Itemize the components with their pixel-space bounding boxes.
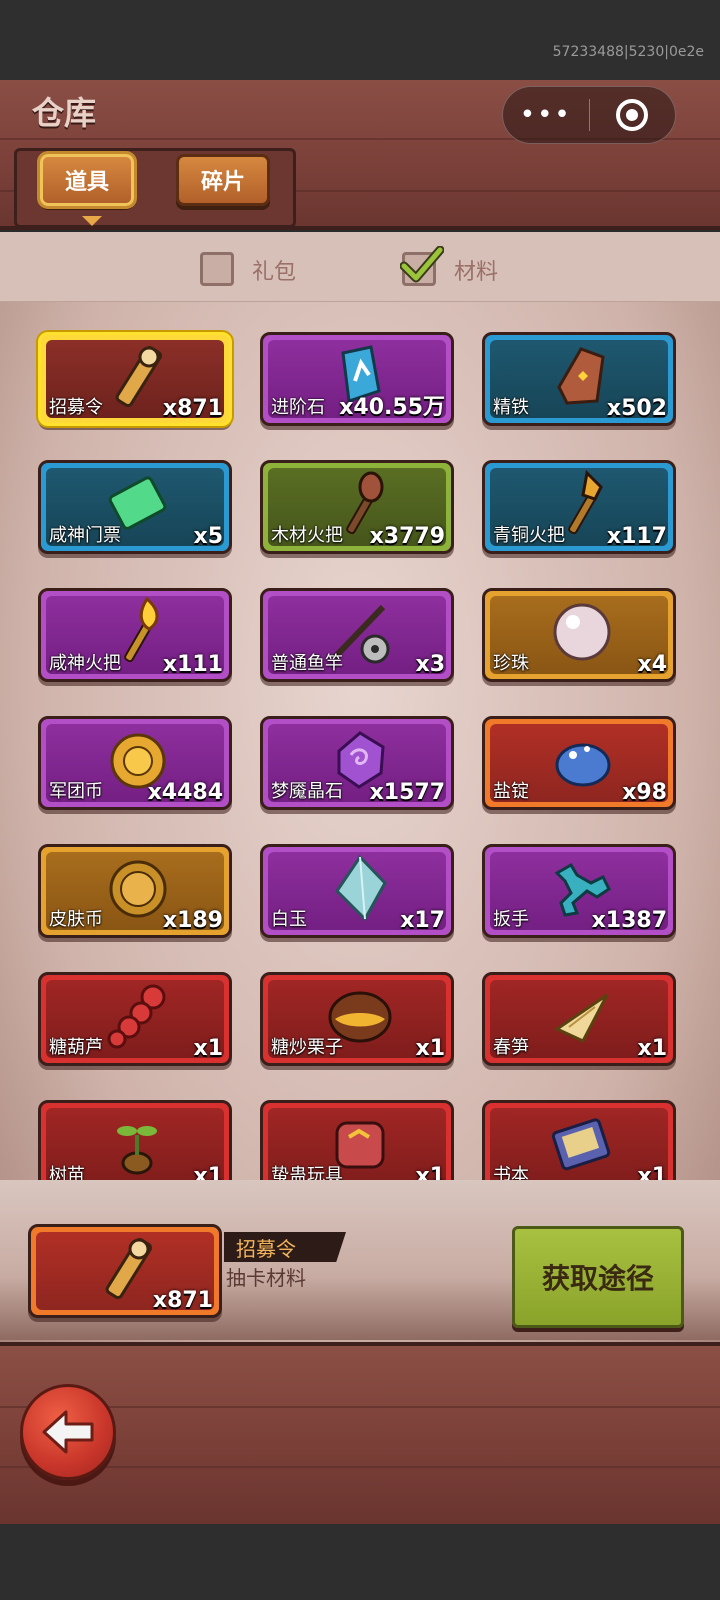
item-card[interactable]: 春笋 x1 <box>482 972 676 1066</box>
item-card[interactable]: 普通鱼竿 x3 <box>260 588 454 682</box>
item-count: x17 <box>400 908 445 933</box>
candied-haws-icon <box>107 984 166 1049</box>
bamboo-shoot-icon <box>553 993 609 1043</box>
item-name: 咸神门票 <box>49 525 121 546</box>
tab-fragments[interactable]: 碎片 <box>176 154 270 206</box>
item-name: 珍珠 <box>493 653 529 674</box>
material-label: 材料 <box>454 260 499 285</box>
item-card[interactable]: 咸神火把 x111 <box>38 588 232 682</box>
item-name: 糖炒栗子 <box>271 1037 343 1058</box>
item-card[interactable]: 皮肤币 x189 <box>38 844 232 938</box>
item-name: 皮肤币 <box>49 909 103 930</box>
selected-item-card: x871 <box>28 1224 222 1318</box>
item-card[interactable]: 招募令 x871 <box>38 332 232 426</box>
item-name: 盐锭 <box>493 781 529 802</box>
item-grid: 招募令 x871 进阶石 x40.55万 精铁 x502 咸神门票 x5 木材火把 x3779 青铜… <box>0 302 720 1202</box>
get-source-button[interactable]: 获取途径 <box>512 1226 684 1328</box>
item-count: x871 <box>162 396 223 421</box>
item-card[interactable]: 糖炒栗子 x1 <box>260 972 454 1066</box>
item-name: 招募令 <box>49 397 103 418</box>
item-name: 糖葫芦 <box>49 1037 103 1058</box>
item-name: 扳手 <box>493 909 529 930</box>
item-name: 木材火把 <box>271 525 343 546</box>
item-name: 青铜火把 <box>493 525 565 546</box>
white-jade-icon <box>335 854 387 922</box>
item-count: x111 <box>162 652 223 677</box>
item-count: x40.55万 <box>339 395 445 420</box>
gift-pack-label: 礼包 <box>252 260 297 285</box>
item-name: 普通鱼竿 <box>271 653 343 674</box>
item-card[interactable]: 白玉 x17 <box>260 844 454 938</box>
item-name: 咸神火把 <box>49 653 121 674</box>
item-name: 梦魇晶石 <box>271 781 343 802</box>
page-title: 仓库 <box>32 94 97 132</box>
item-card[interactable]: 梦魇晶石 x1577 <box>260 716 454 810</box>
item-card[interactable]: 精铁 x502 <box>482 332 676 426</box>
selected-item-count: x871 <box>152 1288 213 1313</box>
item-card[interactable]: 糖葫芦 x1 <box>38 972 232 1066</box>
sapling-icon <box>117 1126 157 1175</box>
book-icon <box>551 1118 611 1171</box>
detail-description: 抽卡材料 <box>226 1266 306 1290</box>
item-count: x1387 <box>591 908 667 933</box>
item-name: 白玉 <box>271 909 307 930</box>
close-button[interactable] <box>590 99 676 131</box>
item-count: x4 <box>637 652 668 677</box>
back-arrow-icon <box>42 1410 94 1454</box>
item-name: 进阶石 <box>271 397 325 418</box>
item-count: x117 <box>606 524 667 549</box>
item-card[interactable]: 珍珠 x4 <box>482 588 676 682</box>
bottom-band <box>0 1524 720 1600</box>
item-count: x5 <box>193 524 224 549</box>
item-name: 春笋 <box>493 1037 529 1058</box>
item-card[interactable]: 咸神门票 x5 <box>38 460 232 554</box>
item-card[interactable]: 扳手 x1387 <box>482 844 676 938</box>
active-tab-pointer <box>82 216 102 226</box>
item-count: x4484 <box>147 780 223 805</box>
item-count: x98 <box>622 780 667 805</box>
item-count: x3779 <box>369 524 445 549</box>
pearl-icon <box>553 603 611 661</box>
item-card[interactable]: 木材火把 x3779 <box>260 460 454 554</box>
item-count: x502 <box>606 396 667 421</box>
item-card[interactable]: 进阶石 x40.55万 <box>260 332 454 426</box>
item-count: x1 <box>193 1036 224 1061</box>
build-id: 57233488|5230|0e2e <box>552 44 704 60</box>
salt-bowl-icon <box>555 743 611 787</box>
target-icon <box>616 99 649 131</box>
item-count: x189 <box>162 908 223 933</box>
item-count: x1577 <box>369 780 445 805</box>
status-band <box>0 0 720 80</box>
item-name: 军团币 <box>49 781 103 802</box>
back-button[interactable] <box>20 1384 116 1480</box>
gift-pack-checkbox[interactable] <box>200 252 234 286</box>
filter-bar <box>0 232 720 302</box>
item-card[interactable]: 军团币 x4484 <box>38 716 232 810</box>
detail-item-name: 招募令 <box>236 1237 296 1261</box>
checkmark-icon <box>400 246 444 283</box>
item-card[interactable]: 青铜火把 x117 <box>482 460 676 554</box>
item-count: x1 <box>637 1036 668 1061</box>
mini-program-capsule: ••• <box>502 86 676 144</box>
tab-items[interactable]: 道具 <box>40 154 134 206</box>
item-count: x3 <box>415 652 446 677</box>
item-card[interactable]: 盐锭 x98 <box>482 716 676 810</box>
item-count: x1 <box>415 1036 446 1061</box>
item-name: 精铁 <box>493 397 529 418</box>
more-button[interactable]: ••• <box>503 86 589 144</box>
